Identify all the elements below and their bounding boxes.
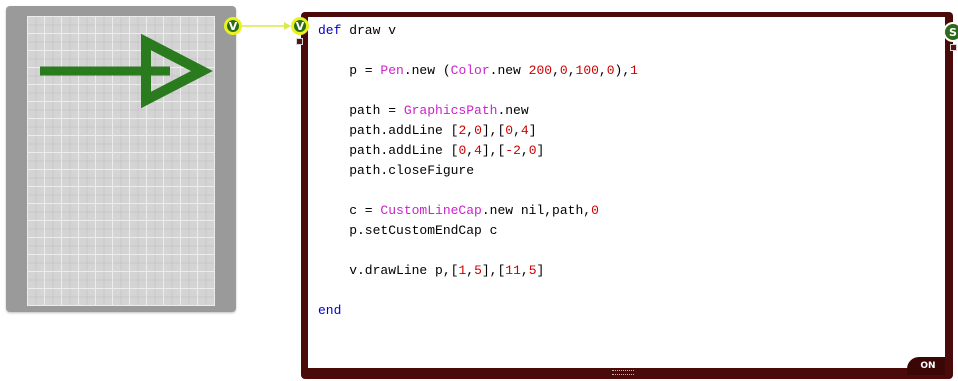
code-token: , <box>520 263 529 278</box>
code-token: 0 <box>505 123 514 138</box>
code-token: , <box>552 63 560 78</box>
code-token: 11 <box>505 263 521 278</box>
code-token: ] <box>536 263 545 278</box>
code-token: path = <box>318 103 404 118</box>
code-line[interactable] <box>318 41 945 61</box>
code-token: ] <box>528 123 537 138</box>
code-line[interactable] <box>318 181 945 201</box>
code-token: 0 <box>528 143 537 158</box>
code-token: GraphicsPath <box>403 103 498 118</box>
code-token: p.setCustomEndCap c <box>318 223 498 238</box>
code-token: 4 <box>520 123 529 138</box>
code-token: path.closeFigure <box>318 163 475 178</box>
code-token: .new <box>489 63 529 78</box>
code-token: , <box>520 143 529 158</box>
code-line[interactable]: path.closeFigure <box>318 161 945 181</box>
code-line[interactable] <box>318 81 945 101</box>
code-token: 200 <box>528 63 553 78</box>
code-token: ],[ <box>481 123 506 138</box>
patch-canvas: V def draw v p = Pen.new (Color.new 200,… <box>0 0 958 381</box>
code-output-subpin[interactable] <box>950 44 957 51</box>
arrow-right-icon <box>40 33 213 109</box>
code-token: ],[ <box>481 143 506 158</box>
code-token: , <box>598 63 607 78</box>
code-token: path.addLine [ <box>318 123 459 138</box>
code-token: draw v <box>341 23 397 38</box>
code-line[interactable]: def draw v <box>318 21 945 41</box>
code-token: 0 <box>559 63 568 78</box>
code-token: c = <box>318 203 381 218</box>
code-token: 5 <box>474 263 482 278</box>
code-token: 5 <box>528 263 537 278</box>
code-line[interactable]: p = Pen.new (Color.new 200,0,100,0),1 <box>318 61 945 81</box>
code-token: end <box>318 303 342 318</box>
resize-handle[interactable] <box>612 370 634 375</box>
code-token: , <box>466 263 475 278</box>
code-line[interactable]: path.addLine [2,0],[0,4] <box>318 121 945 141</box>
code-line[interactable]: end <box>318 301 945 321</box>
code-output-pin[interactable]: S <box>943 22 958 42</box>
on-toggle-label: ON <box>920 361 936 371</box>
code-token: ] <box>536 143 545 158</box>
code-token: 100 <box>575 63 599 78</box>
code-lines[interactable]: def draw v p = Pen.new (Color.new 200,0,… <box>308 17 945 321</box>
code-token: 4 <box>474 143 482 158</box>
code-line[interactable]: v.drawLine p,[1,5],[11,5] <box>318 261 945 281</box>
code-token: , <box>513 123 521 138</box>
code-line[interactable]: path = GraphicsPath.new <box>318 101 945 121</box>
code-token: 0 <box>606 63 615 78</box>
code-token: 0 <box>591 203 599 218</box>
viewport-output-pin[interactable]: V <box>224 17 242 35</box>
code-output-pin-label: S <box>949 25 957 39</box>
code-input-subpin[interactable] <box>296 38 303 45</box>
code-token: , <box>466 143 475 158</box>
code-input-pin[interactable]: V <box>291 17 309 35</box>
code-line[interactable]: c = CustomLineCap.new nil,path,0 <box>318 201 945 221</box>
code-token: ), <box>614 63 631 78</box>
code-token: -2 <box>505 143 521 158</box>
code-token: , <box>567 63 576 78</box>
code-token: ],[ <box>481 263 506 278</box>
code-token: .new nil,path, <box>481 203 592 218</box>
code-token: .new ( <box>403 63 451 78</box>
code-line[interactable]: path.addLine [0,4],[-2,0] <box>318 141 945 161</box>
code-input-pin-label: V <box>295 19 305 33</box>
viewport-panel[interactable] <box>6 6 236 312</box>
code-line[interactable] <box>318 281 945 301</box>
on-toggle[interactable]: ON <box>907 357 945 375</box>
code-token: v.drawLine p,[ <box>318 263 459 278</box>
code-token: 0 <box>474 123 482 138</box>
code-token: .new <box>497 103 529 118</box>
code-token: CustomLineCap <box>380 203 482 218</box>
code-token: 1 <box>630 63 638 78</box>
code-line[interactable]: p.setCustomEndCap c <box>318 221 945 241</box>
viewport-output-pin-label: V <box>228 19 238 33</box>
code-token: def <box>318 23 342 38</box>
code-editor[interactable]: def draw v p = Pen.new (Color.new 200,0,… <box>308 17 945 368</box>
code-line[interactable] <box>318 241 945 261</box>
code-token: , <box>466 123 475 138</box>
code-token: Color <box>450 63 490 78</box>
code-node[interactable]: def draw v p = Pen.new (Color.new 200,0,… <box>301 12 953 379</box>
code-token: Pen <box>380 63 404 78</box>
code-token: path.addLine [ <box>318 143 459 158</box>
code-token: p = <box>318 63 381 78</box>
